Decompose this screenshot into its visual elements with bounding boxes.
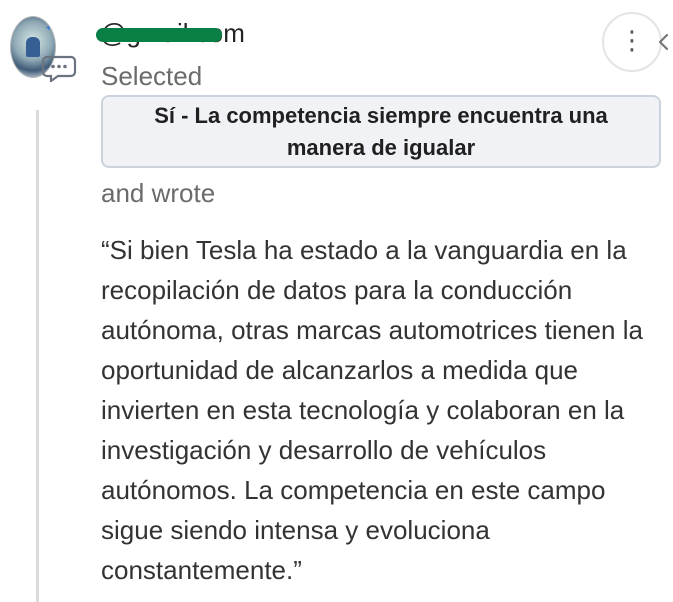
comment-icon [41,54,77,82]
selected-choice: Sí - La competencia siempre encuentra un… [101,95,661,168]
thread-line [36,110,39,602]
redacted-email-mask [96,28,222,42]
wrote-label: and wrote [101,178,216,208]
chevron-left-icon[interactable] [656,32,673,52]
avatar-figure [26,37,40,57]
more-vertical-icon: ⋮ [619,25,645,55]
selected-label: Selected [101,61,203,91]
avatar-mark: ✦ [44,23,53,34]
more-options-button[interactable]: ⋮ [602,12,662,72]
comment-card: ✦ @gmail.com Selected Sí - La competenci… [0,0,673,602]
response-text: “Si bien Tesla ha estado a la vanguardia… [101,235,643,585]
